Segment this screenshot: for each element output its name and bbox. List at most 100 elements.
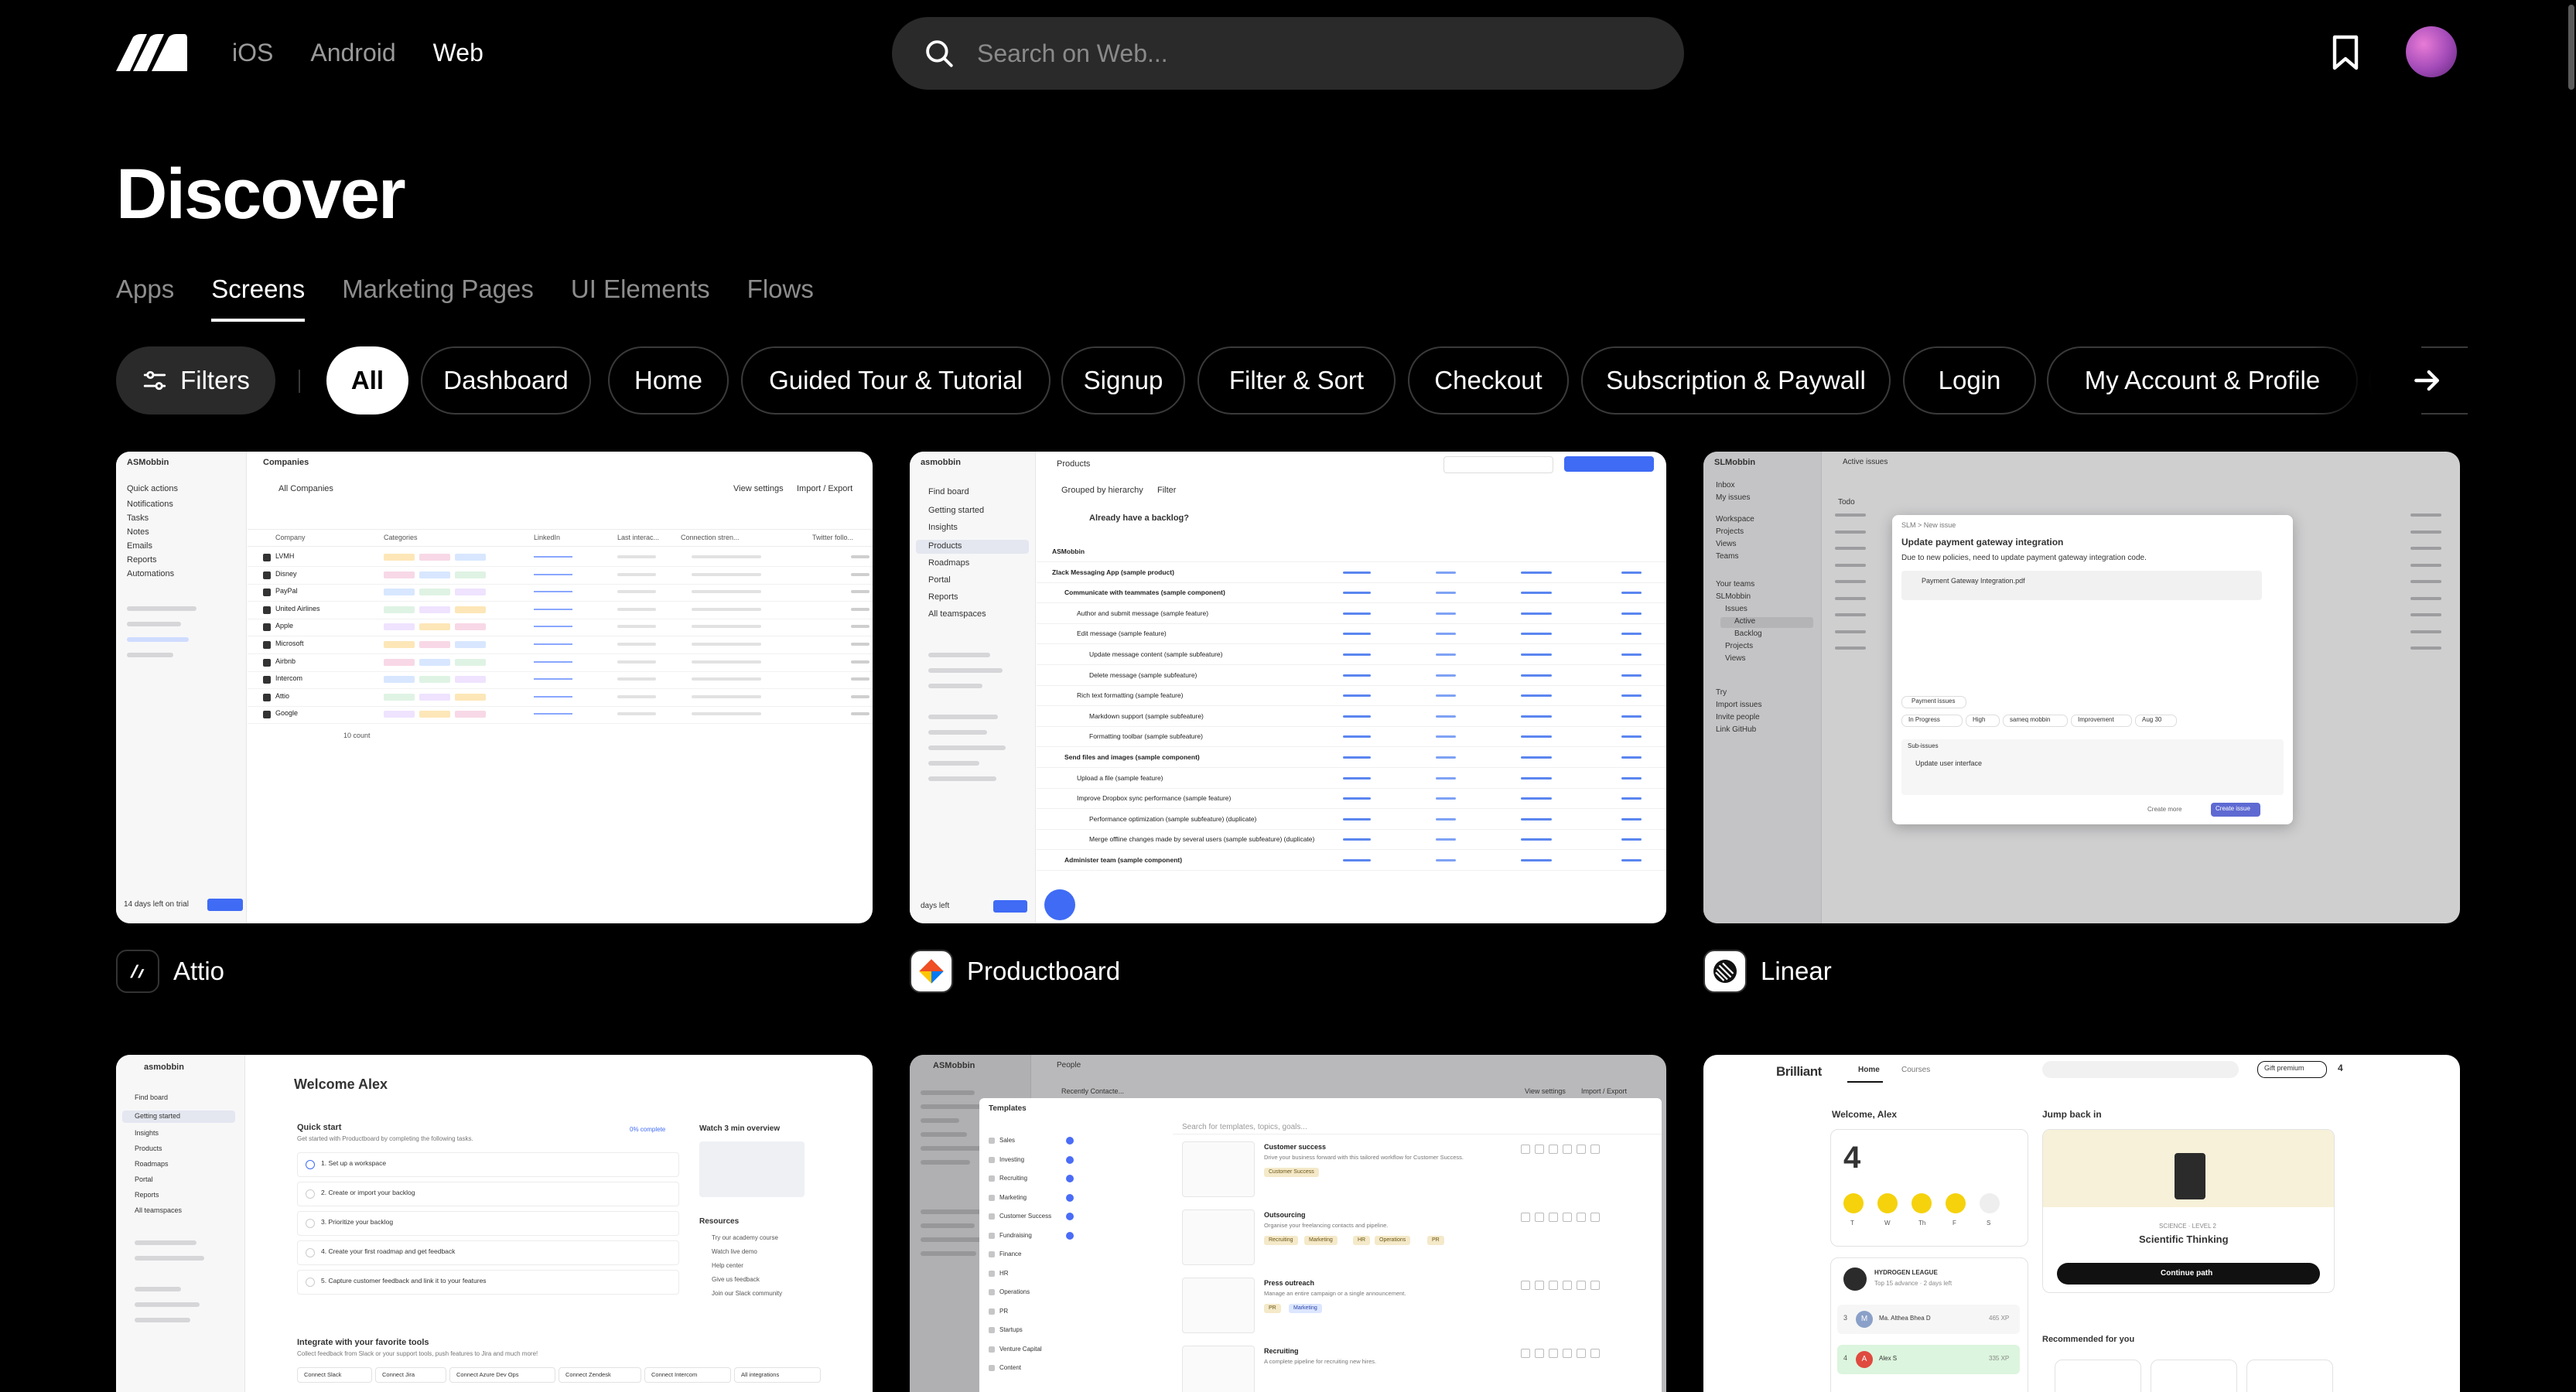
mock-template-action-icon <box>1535 1213 1544 1222</box>
mock-step-label: 5. Capture customer feedback and link it… <box>321 1277 487 1285</box>
platform-web[interactable]: Web <box>433 34 483 71</box>
search-input[interactable] <box>975 38 1597 69</box>
mock-category: Recruiting <box>999 1175 1028 1182</box>
mobbin-logo-icon[interactable] <box>116 34 187 71</box>
mock-issue-date <box>2410 580 2441 583</box>
mock-template-action-icon <box>1590 1145 1600 1154</box>
mock-resources: Resources <box>699 1217 740 1226</box>
mock-step: 2. Create or import your backlog <box>297 1182 679 1206</box>
mock-line <box>127 622 181 626</box>
mock-subissue: Update user interface <box>1915 759 1983 767</box>
arrow-right-icon[interactable] <box>2410 363 2444 397</box>
mock-divider <box>1037 808 1666 810</box>
tab-ui-elements[interactable]: UI Elements <box>571 271 710 322</box>
mock-step: 1. Set up a workspace <box>297 1152 679 1177</box>
mock-modal-body: Due to new policies, need to update paym… <box>1901 554 2147 562</box>
mock-category-icon <box>989 1308 995 1315</box>
tab-marketing-pages[interactable]: Marketing Pages <box>342 271 534 322</box>
mock-score <box>1621 674 1642 677</box>
mock-category: Startups <box>999 1326 1023 1333</box>
mock-line <box>921 1251 976 1256</box>
tab-screens[interactable]: Screens <box>211 271 306 322</box>
mock-line <box>928 684 982 688</box>
mock-line <box>921 1160 970 1165</box>
mock-category-icon <box>989 1365 995 1371</box>
screenshot-card-templates[interactable]: ASMobbin People Recently Contacte... Vie… <box>910 1055 1666 1392</box>
screenshot-card-attio[interactable]: ASMobbin Quick actions Notifications Tas… <box>116 452 873 923</box>
avatar[interactable] <box>2406 26 2457 77</box>
app-meta-attio[interactable]: Attio <box>116 950 224 993</box>
mock-tag <box>384 606 415 613</box>
mock-score <box>1343 838 1371 841</box>
mock-link <box>534 713 572 715</box>
mock-step: 3. Prioritize your backlog <box>297 1211 679 1236</box>
platform-android[interactable]: Android <box>310 34 395 71</box>
mock-video-thumb <box>699 1141 805 1197</box>
platform-ios[interactable]: iOS <box>232 34 273 71</box>
mock-link <box>534 678 572 681</box>
screenshot-card-productboard[interactable]: asmobbin Find board Getting started Insi… <box>910 452 1666 923</box>
chip-my-account-profile[interactable]: My Account & Profile <box>2047 346 2358 415</box>
mock-feature-row: Delete message (sample subfeature) <box>1089 670 1197 679</box>
mock-issue-row <box>1835 513 1866 517</box>
mock-nav-item: Views <box>1716 540 1737 548</box>
mock-line <box>127 606 196 611</box>
mock-cell <box>692 694 761 698</box>
app-meta-productboard[interactable]: Productboard <box>910 950 1120 993</box>
screenshot-card-brilliant[interactable]: Brilliant Home Courses Gift premium 4 We… <box>1703 1055 2460 1392</box>
search-bar[interactable] <box>892 17 1684 90</box>
mock-issue-row <box>1835 580 1866 583</box>
mock-tag <box>384 589 415 596</box>
scrollbar-thumb[interactable] <box>2568 5 2574 90</box>
mock-page-title: Products <box>1057 459 1091 469</box>
mock-feature-row: Update message content (sample subfeatur… <box>1089 650 1223 658</box>
mock-tag <box>419 606 450 613</box>
chip-signup[interactable]: Signup <box>1061 346 1185 415</box>
mock-score <box>1343 756 1371 759</box>
tab-apps[interactable]: Apps <box>116 271 174 322</box>
mock-nav-item: Find board <box>928 487 969 496</box>
app-meta-linear[interactable]: Linear <box>1703 950 1832 993</box>
tab-flows[interactable]: Flows <box>747 271 814 322</box>
mock-feature-row: Communicate with teammates (sample compo… <box>1064 589 1225 597</box>
chip-login[interactable]: Login <box>1903 346 2036 415</box>
mock-tag <box>455 589 486 596</box>
mock-leader-rank: 3 <box>1843 1314 1848 1322</box>
chip-guided-tour-tutorial[interactable]: Guided Tour & Tutorial <box>741 346 1051 415</box>
chip-subscription-paywall[interactable]: Subscription & Paywall <box>1581 346 1891 415</box>
mock-template-action-icon <box>1549 1281 1558 1290</box>
chip-all[interactable]: All <box>326 346 408 415</box>
filters-button[interactable]: Filters <box>116 346 275 415</box>
mock-divider <box>248 653 873 654</box>
mock-link <box>534 591 572 593</box>
screenshot-card-welcome[interactable]: asmobbin Find board Getting started Insi… <box>116 1055 873 1392</box>
chip-dashboard[interactable]: Dashboard <box>421 346 591 415</box>
mock-divider <box>248 546 873 547</box>
mock-nav-item: Invite people <box>1716 713 1760 722</box>
mock-score <box>1521 776 1552 780</box>
page-scrollbar[interactable] <box>2565 0 2576 1392</box>
mock-template-action-icon <box>1577 1213 1586 1222</box>
mock-workspace: ASMobbin <box>127 458 169 467</box>
mock-streak-bolt <box>1877 1193 1898 1213</box>
section-tabs: Apps Screens Marketing Pages UI Elements… <box>116 271 814 322</box>
mock-link <box>534 660 572 663</box>
mock-welcome: Welcome, Alex <box>1832 1109 1898 1120</box>
attio-app-icon <box>116 950 159 993</box>
mock-feature-row: Send files and images (sample component) <box>1064 753 1200 761</box>
mock-score <box>1521 653 1552 656</box>
mock-category: Fundraising <box>999 1231 1032 1239</box>
bookmark-icon[interactable] <box>2330 34 2361 71</box>
mock-continue-button: Continue path <box>2057 1263 2320 1285</box>
chip-filter-sort[interactable]: Filter & Sort <box>1197 346 1396 415</box>
mock-tag <box>419 658 450 666</box>
mock-nav-item: Products <box>135 1145 162 1152</box>
mock-leader-xp: 465 XP <box>1989 1315 2010 1322</box>
mock-brand: Brilliant <box>1776 1064 1822 1079</box>
chip-checkout[interactable]: Checkout <box>1408 346 1569 415</box>
mock-score <box>1436 694 1456 698</box>
chip-home[interactable]: Home <box>608 346 729 415</box>
mock-streak-bolt <box>1912 1193 1932 1213</box>
mock-feature-row: Author and submit message (sample featur… <box>1077 609 1209 617</box>
screenshot-card-linear[interactable]: SLMobbin Inbox My issues Workspace Proje… <box>1703 452 2460 923</box>
